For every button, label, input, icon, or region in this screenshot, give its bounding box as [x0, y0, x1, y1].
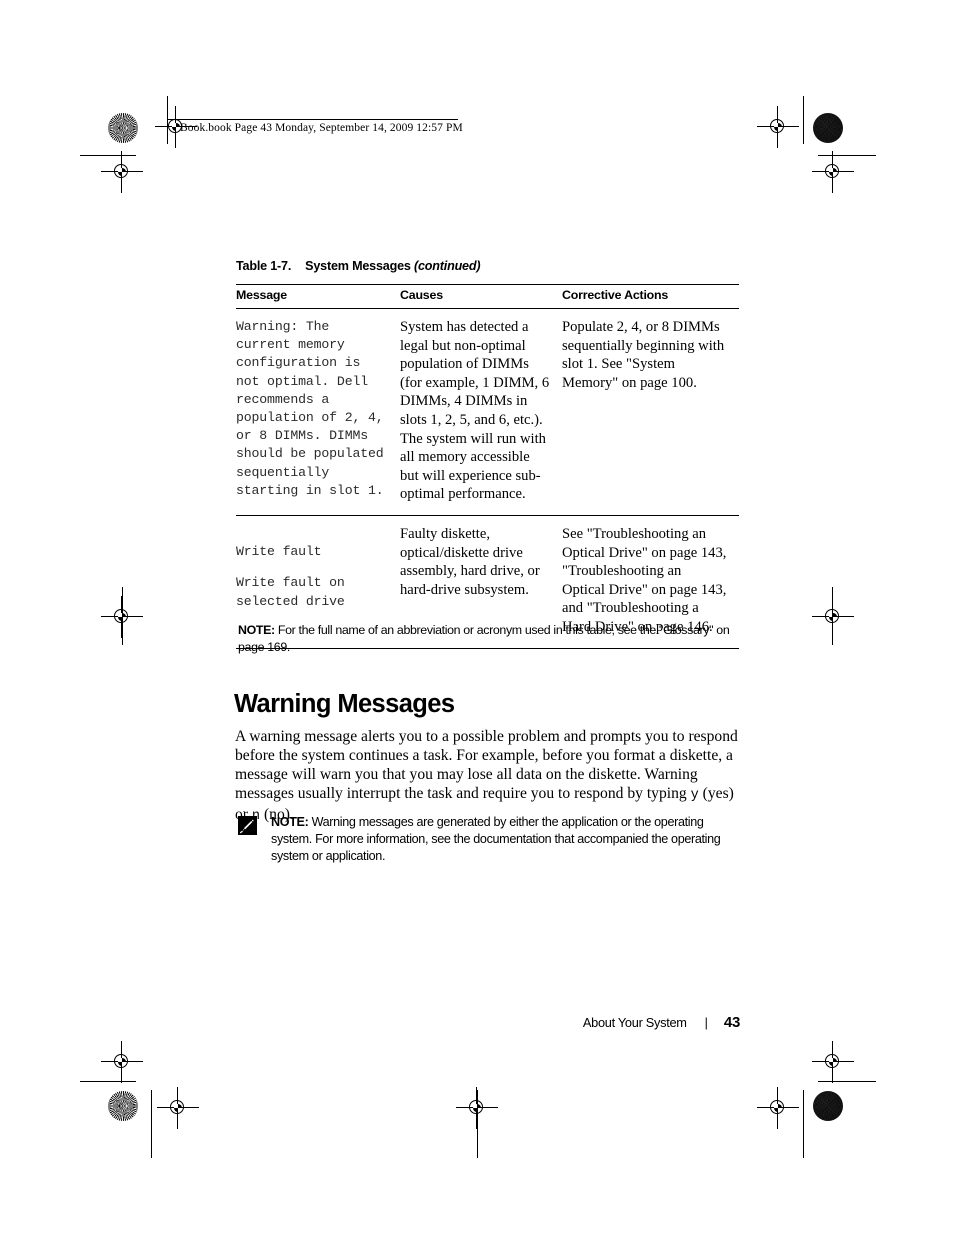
- registration-mark-upper-right: [812, 151, 854, 193]
- registration-mark-bottom-right: [757, 1087, 799, 1129]
- warning-note-label: NOTE:: [271, 815, 309, 829]
- paragraph-mono-yes: y: [690, 788, 699, 804]
- page-title: Warning Messages: [234, 690, 455, 719]
- column-header-causes: Causes: [400, 284, 562, 309]
- column-header-message: Message: [236, 284, 400, 309]
- registration-mark-lower-left: [101, 1041, 143, 1083]
- cell-message: Warning: The current memory configuratio…: [236, 319, 384, 498]
- table-header: Message Causes Corrective Actions: [236, 284, 739, 309]
- system-messages-table: Message Causes Corrective Actions Warnin…: [236, 284, 739, 649]
- footer-page-number: 43: [723, 1014, 740, 1031]
- file-info-header: Book.book Page 43 Monday, September 14, …: [180, 122, 463, 134]
- registration-mark-upper-left: [101, 151, 143, 193]
- cell-corrective-actions: Populate 2, 4, or 8 DIMMs sequentially b…: [562, 319, 725, 391]
- warning-note-block: NOTE: Warning messages are generated by …: [238, 814, 740, 866]
- table-footnote-note: NOTE: For the full name of an abbreviati…: [238, 622, 738, 655]
- table-header-row: Message Causes Corrective Actions: [236, 284, 739, 309]
- registration-mark-top-right: [757, 106, 799, 148]
- trim-line-lower-right-horizontal: [818, 1081, 876, 1083]
- trim-line-mid-left: [122, 587, 124, 645]
- footer-section-title: About Your System: [582, 1015, 687, 1030]
- halftone-target-bottom-right: [813, 1091, 843, 1121]
- warning-note-text-wrapper: NOTE: Warning messages are generated by …: [271, 814, 740, 866]
- trim-line-bottom-right-vertical: [803, 1090, 805, 1158]
- pencil-note-icon: [238, 816, 257, 835]
- body-paragraph: A warning message alerts you to a possib…: [235, 727, 740, 827]
- trim-line-top-right-vertical: [803, 96, 805, 144]
- table-row: Warning: The current memory configuratio…: [236, 309, 739, 516]
- page-footer: About Your System | 43: [560, 1014, 740, 1031]
- table-body: Warning: The current memory configuratio…: [236, 309, 739, 649]
- trim-line-bottom-left-vertical: [151, 1090, 153, 1158]
- table-caption-continued: (continued): [414, 259, 481, 273]
- trim-line-bottom-center: [477, 1090, 479, 1158]
- registration-mark-bottom-left: [157, 1087, 199, 1129]
- header-rule: [168, 119, 458, 120]
- trim-line-lower-left-horizontal: [80, 1081, 136, 1083]
- table-caption-title: System Messages: [305, 259, 411, 273]
- halftone-target-top-left: [108, 113, 138, 143]
- halftone-target-top-right: [813, 113, 843, 143]
- paragraph-text-part-1: A warning message alerts you to a possib…: [235, 727, 738, 803]
- column-header-corrective-actions: Corrective Actions: [562, 284, 739, 309]
- cell-message-line-2: Write fault on selected drive: [236, 575, 345, 609]
- table-caption: Table 1-7. System Messages (continued): [236, 259, 481, 273]
- table-note-label: NOTE:: [238, 623, 275, 637]
- halftone-target-bottom-left: [108, 1091, 138, 1121]
- warning-note-text: Warning messages are generated by either…: [271, 815, 721, 864]
- footer-separator: |: [704, 1016, 708, 1030]
- trim-line-mid-right: [832, 587, 834, 645]
- cell-causes: System has detected a legal but non-opti…: [400, 319, 550, 503]
- registration-mark-lower-right: [812, 1041, 854, 1083]
- cell-message-line-1: Write fault: [236, 544, 322, 560]
- table-caption-number: Table 1-7.: [236, 259, 292, 273]
- table-note-text: For the full name of an abbreviation or …: [238, 623, 730, 654]
